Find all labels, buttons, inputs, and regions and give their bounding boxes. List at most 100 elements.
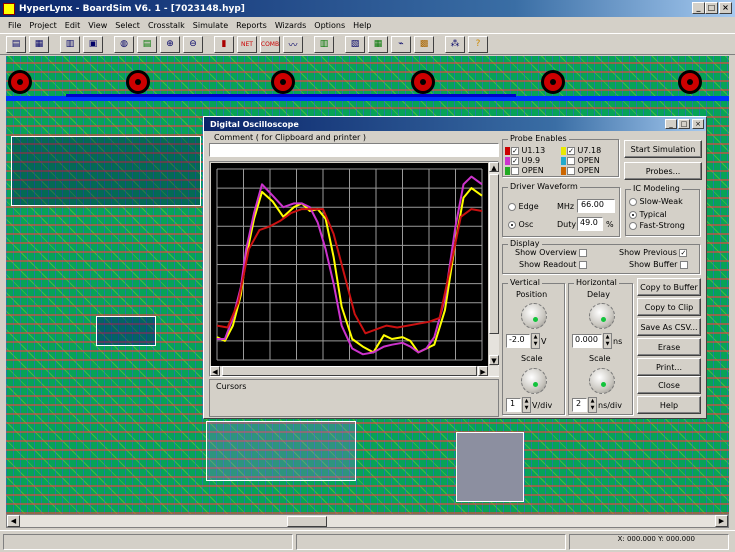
help-icon[interactable]: ▩ [414, 35, 434, 53]
save-icon[interactable]: ▣ [83, 35, 103, 53]
stackup-icon[interactable]: ▤ [137, 35, 157, 53]
board-wizard-icon[interactable]: ▦ [29, 35, 49, 53]
scroll-right-icon[interactable]: ▶ [715, 515, 728, 527]
horizontal-delay-input[interactable]: 0.000 [572, 334, 602, 348]
vertical-position-input[interactable]: -2.0 [506, 334, 530, 348]
probe-checkbox[interactable]: ✓ [511, 156, 519, 165]
close-window-button[interactable]: × [719, 2, 732, 14]
probe-checkbox[interactable] [567, 166, 575, 175]
vertical-scale-label: Scale [521, 354, 543, 363]
menu-options[interactable]: Options [310, 21, 349, 30]
vertical-scale-knob[interactable] [521, 368, 547, 394]
spectrum-icon[interactable]: ▥ [314, 35, 334, 53]
probe-checkbox[interactable] [567, 156, 575, 165]
probe-open-3[interactable]: OPEN [561, 166, 600, 175]
probe-checkbox[interactable] [511, 166, 519, 175]
scope-hscroll[interactable]: ◀ ▶ [210, 366, 499, 376]
oscilloscope-dialog: Digital Oscilloscope _ □ × Comment ( for… [203, 116, 707, 419]
display-group: Display Show Overview Show Previous ✓ Sh… [502, 239, 700, 274]
probe-u9-9[interactable]: ✓ U9.9 [505, 156, 540, 165]
dialog-minimize-button[interactable]: _ [665, 119, 677, 129]
terminator-icon[interactable]: ▮ [214, 35, 234, 53]
start-simulation-button[interactable]: Start Simulation [624, 140, 702, 158]
hscale-spinner[interactable]: ▲ ▼ [588, 397, 597, 413]
zoom-out-icon[interactable]: ⊖ [183, 35, 203, 53]
horizontal-scale-knob[interactable] [589, 368, 615, 394]
menu-file[interactable]: File [4, 21, 25, 30]
board-hscrollbar[interactable]: ◀ ▶ [6, 514, 729, 528]
fast-strong-radio[interactable]: Fast-Strong [629, 221, 685, 230]
select-nets-icon[interactable]: ▥ [60, 35, 80, 53]
menu-crosstalk[interactable]: Crosstalk [144, 21, 189, 30]
rules-icon[interactable]: ▧ [345, 35, 365, 53]
probe-checkbox[interactable]: ✓ [567, 146, 575, 155]
horizontal-scale-input[interactable]: 2 [572, 398, 587, 412]
vertical-scale-input[interactable]: 1 [506, 398, 521, 412]
position-label: Position [516, 290, 548, 299]
probes-button[interactable]: Probes... [624, 162, 702, 180]
print-button[interactable]: Print... [637, 358, 701, 376]
save-as-csv-button[interactable]: Save As CSV... [637, 318, 701, 336]
show-overview-checkbox[interactable]: Show Overview [515, 248, 588, 257]
show-readout-checkbox[interactable]: Show Readout [519, 260, 587, 269]
edge-radio[interactable]: Edge [508, 202, 539, 211]
show-buffer-checkbox[interactable]: Show Buffer [629, 260, 688, 269]
scroll-left-icon[interactable]: ◀ [7, 515, 20, 527]
oscilloscope-icon[interactable]: 〰 [283, 35, 303, 53]
delay-spinner[interactable]: ▲ ▼ [603, 333, 612, 349]
menu-view[interactable]: View [84, 21, 111, 30]
erase-button[interactable]: Erase [637, 338, 701, 356]
zoom-in-icon[interactable]: ⊕ [160, 35, 180, 53]
menu-project[interactable]: Project [25, 21, 60, 30]
menu-reports[interactable]: Reports [232, 21, 271, 30]
position-spinner[interactable]: ▲ ▼ [531, 333, 540, 349]
menu-select[interactable]: Select [111, 21, 144, 30]
show-previous-checkbox[interactable]: Show Previous ✓ [619, 248, 688, 257]
question-icon[interactable]: ? [468, 35, 488, 53]
horizontal-delay-knob[interactable] [589, 303, 615, 329]
scroll-left-icon[interactable]: ◀ [210, 366, 220, 376]
crosstalk-icon[interactable]: COMB [260, 35, 280, 53]
net-icon[interactable]: NET [237, 35, 257, 53]
typical-radio[interactable]: Typical [629, 210, 667, 219]
probe-checkbox[interactable]: ✓ [511, 146, 519, 155]
scroll-down-icon[interactable]: ▼ [489, 355, 499, 365]
copy-to-buffer-button[interactable]: Copy to Buffer [637, 278, 701, 296]
vscale-spinner[interactable]: ▲ ▼ [522, 397, 531, 413]
probe-open-2[interactable]: OPEN [505, 166, 544, 175]
probe-icon[interactable]: ◍ [114, 35, 134, 53]
view-icon[interactable]: ⌁ [391, 35, 411, 53]
osc-radio[interactable]: Osc [508, 220, 533, 229]
probe-open-1[interactable]: OPEN [561, 156, 600, 165]
menu-help[interactable]: Help [349, 21, 375, 30]
help-button[interactable]: Help [637, 396, 701, 414]
ic-model-icon[interactable]: ▦ [368, 35, 388, 53]
scope-hscroll-thumb[interactable] [222, 366, 477, 376]
vertical-position-knob[interactable] [521, 303, 547, 329]
scroll-right-icon[interactable]: ▶ [478, 366, 488, 376]
scope-vscroll-thumb[interactable] [489, 174, 499, 334]
scope-vscroll[interactable]: ▲ ▼ [489, 162, 499, 365]
duty-label: Duty [557, 220, 577, 229]
maximize-button[interactable]: □ [705, 2, 718, 14]
menu-edit[interactable]: Edit [61, 21, 85, 30]
close-button[interactable]: Close [637, 376, 701, 394]
mhz-input[interactable]: 66.00 [577, 199, 615, 213]
slow-weak-radio[interactable]: Slow-Weak [629, 197, 683, 206]
duty-input[interactable]: 49.0 [577, 217, 603, 231]
layer-icon[interactable]: ⁂ [445, 35, 465, 53]
dialog-maximize-button[interactable]: □ [678, 119, 690, 129]
dialog-close-icon[interactable]: × [692, 119, 704, 129]
probe-u1-13[interactable]: ✓ U1.13 [505, 146, 545, 155]
probe-u7-18[interactable]: ✓ U7.18 [561, 146, 601, 155]
app-icon [3, 2, 15, 15]
minimize-button[interactable]: _ [692, 2, 705, 14]
menu-wizards[interactable]: Wizards [271, 21, 310, 30]
comment-input[interactable] [209, 143, 499, 157]
duty-unit: % [606, 220, 614, 229]
copy-to-clip-button[interactable]: Copy to Clip [637, 298, 701, 316]
menu-simulate[interactable]: Simulate [189, 21, 232, 30]
scroll-up-icon[interactable]: ▲ [489, 162, 499, 172]
open-board-icon[interactable]: ▤ [6, 35, 26, 53]
scroll-thumb[interactable] [287, 516, 327, 527]
